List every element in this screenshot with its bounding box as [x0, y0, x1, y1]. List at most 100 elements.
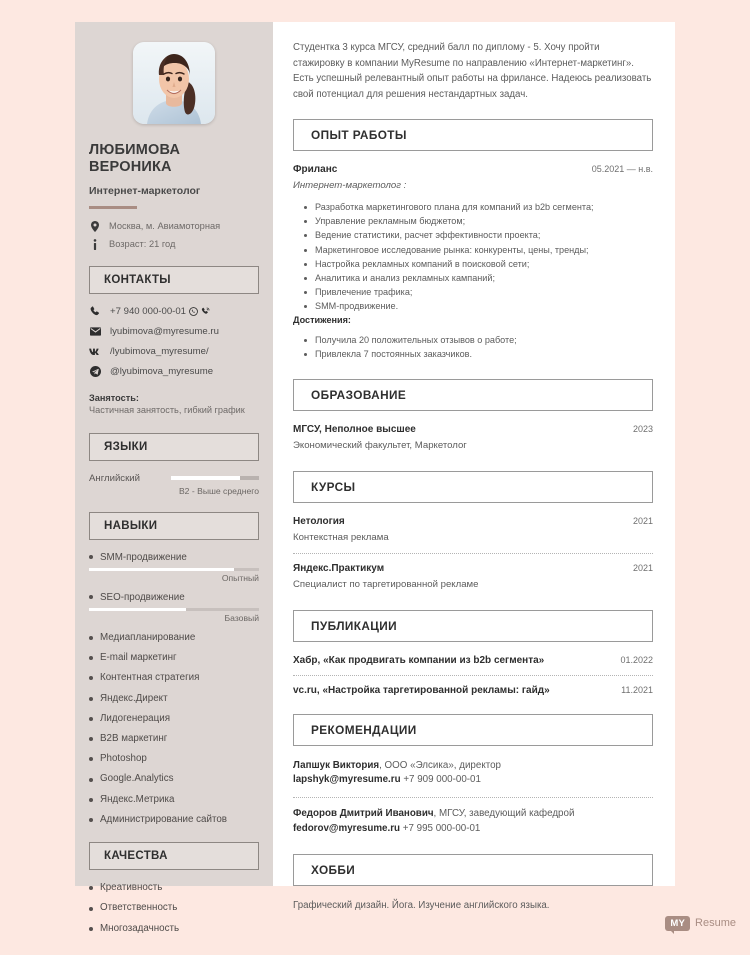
- avatar-container: [89, 42, 259, 124]
- bullet-dot-icon: [89, 886, 93, 891]
- skill-list-item-label: Google.Analytics: [100, 773, 174, 785]
- rated-skill-item: SEO-продвижение Базовый: [89, 592, 259, 623]
- skill-list-item: Администрирование сайтов: [89, 814, 259, 826]
- quality-list-item-label: Многозадачность: [100, 922, 180, 934]
- skill-list-item: Контентная стратегия: [89, 672, 259, 684]
- publication-entry: Хабр, «Как продвигать компании из b2b се…: [293, 655, 653, 666]
- course-detail: Контекстная реклама: [293, 531, 389, 543]
- location-pin-icon: [89, 220, 100, 232]
- hobby-text: Графический дизайн. Йога. Изучение англи…: [293, 900, 550, 912]
- info-age-text: Возраст: 21 год: [109, 238, 176, 249]
- course-date: 2021: [632, 515, 653, 526]
- experience-duty-item: Настройка рекламных компаний в поисковой…: [293, 257, 653, 271]
- employment-value: Частичная занятость, гибкий график: [89, 404, 245, 415]
- contact-email[interactable]: lyubimova@myresume.ru: [89, 326, 259, 338]
- contact-phone-text: +7 940 000-00-01: [110, 305, 187, 317]
- info-location: Москва, м. Авиамоторная: [89, 220, 259, 232]
- education-title: МГСУ, Неполное высшее: [293, 424, 416, 436]
- course-date: 2021: [632, 563, 653, 574]
- bullet-dot-icon: [89, 635, 93, 640]
- experience-entry: Фриланс 05.2021 — н.в. Интернет-маркетол…: [293, 164, 653, 361]
- employment-block: Занятость: Частичная занятость, гибкий г…: [89, 393, 259, 417]
- publication-entry: vc.ru, «Настройка таргетированной реклам…: [293, 685, 653, 696]
- section-header-contacts: КОНТАКТЫ: [89, 265, 259, 294]
- contact-vk-text: /lyubimova_myresume/: [110, 345, 209, 357]
- recommendation-entry: Федоров Дмитрий Иванович, МГСУ, заведующ…: [293, 807, 653, 836]
- contact-email-text: lyubimova@myresume.ru: [110, 325, 219, 337]
- contact-vk[interactable]: /lyubimova_myresume/: [89, 346, 259, 358]
- divider: [293, 553, 653, 555]
- experience-role: Интернет-маркетолог :: [293, 179, 407, 191]
- section-header-skills: НАВЫКИ: [89, 511, 259, 540]
- skill-name: SEO-продвижение: [100, 591, 185, 603]
- experience-duty-item: Маркетинговое исследование рынка: конкур…: [293, 243, 653, 257]
- avatar: [133, 42, 215, 124]
- skills-heading: НАВЫКИ: [104, 519, 158, 532]
- section-header-publications: ПУБЛИКАЦИИ: [293, 609, 653, 642]
- recommendation-email[interactable]: fedorov@myresume.ru: [293, 823, 400, 834]
- publications-heading: ПУБЛИКАЦИИ: [311, 618, 398, 633]
- info-circle-icon: [89, 238, 100, 250]
- experience-achievement-item: Получила 20 положительных отзывов о рабо…: [293, 333, 653, 347]
- logo-word: Resume: [695, 917, 736, 930]
- summary-text: Студентка 3 курса МГСУ, средний балл по …: [293, 42, 652, 101]
- quality-list-item-label: Креативность: [100, 882, 163, 894]
- skill-list-item-label: Контентная стратегия: [100, 672, 200, 684]
- recommendation-phone: +7 909 000-00-01: [403, 774, 481, 786]
- main-content: Студентка 3 курса МГСУ, средний балл по …: [273, 22, 675, 911]
- skill-list-item: B2B маркетинг: [89, 733, 259, 745]
- skill-list-item: Photoshop: [89, 753, 259, 765]
- bullet-dot-icon: [89, 716, 93, 721]
- resume-page: ЛЮБИМОВА ВЕРОНИКА Интернет-маркетолог Мо…: [0, 0, 750, 955]
- course-entry: Нетология 2021 Контекстная реклама: [293, 516, 653, 544]
- bullet-dot-icon: [89, 818, 93, 823]
- skill-level: Опытный: [221, 572, 259, 583]
- contact-phone[interactable]: +7 940 000-00-01: [89, 306, 259, 318]
- skill-list-item-label: B2B маркетинг: [100, 733, 168, 744]
- skill-list-item-label: Photoshop: [100, 753, 147, 765]
- publication-date: 01.2022: [620, 654, 653, 665]
- experience-duty-item: Аналитика и анализ рекламных кампаний;: [293, 271, 653, 285]
- accent-divider: [89, 205, 137, 209]
- bullet-dot-icon: [89, 926, 93, 931]
- recommendation-phone: +7 995 000-00-01: [402, 822, 481, 834]
- contact-telegram-text: @lyubimova_myresume: [110, 365, 214, 377]
- hobby-heading: ХОББИ: [311, 863, 356, 878]
- bullet-dot-icon: [89, 656, 93, 661]
- experience-heading: ОПЫТ РАБОТЫ: [311, 127, 407, 142]
- languages-heading: ЯЗЫКИ: [104, 440, 148, 453]
- resume-card: ЛЮБИМОВА ВЕРОНИКА Интернет-маркетолог Мо…: [75, 22, 675, 934]
- skill-list-item-label: Яндекс.Директ: [100, 692, 168, 704]
- bullet-dot-icon: [89, 906, 93, 911]
- contact-telegram[interactable]: @lyubimova_myresume: [89, 366, 259, 378]
- skill-list-item-label: Лидогенерация: [100, 712, 171, 724]
- experience-company: Фриланс: [293, 163, 338, 175]
- whatsapp-icon[interactable]: [189, 307, 198, 317]
- skill-list-item: E-mail маркетинг: [89, 652, 259, 664]
- section-header-languages: ЯЗЫКИ: [89, 432, 259, 461]
- skill-list-item-label: Медиапланирование: [100, 631, 196, 643]
- skill-level: Базовый: [224, 612, 260, 623]
- envelope-icon: [89, 327, 101, 337]
- contacts-heading: КОНТАКТЫ: [104, 273, 171, 286]
- quality-list-item-label: Ответственность: [100, 902, 178, 914]
- bullet-dot-icon: [89, 595, 93, 600]
- experience-achievement-item: Привлекла 7 постоянных заказчиков.: [293, 347, 653, 361]
- recommendation-email[interactable]: lapshyk@myresume.ru: [293, 774, 401, 785]
- skill-progress-bar: [89, 607, 259, 611]
- publication-title: vc.ru, «Настройка таргетированной реклам…: [293, 684, 550, 696]
- bullet-dot-icon: [89, 676, 93, 681]
- skill-list-item: Google.Analytics: [89, 773, 259, 785]
- sidebar: ЛЮБИМОВА ВЕРОНИКА Интернет-маркетолог Мо…: [75, 22, 273, 934]
- skill-list-item: Медиапланирование: [89, 632, 259, 644]
- skill-list-item-label: E-mail маркетинг: [100, 652, 177, 664]
- vk-icon: [89, 348, 101, 356]
- employment-label: Занятость:: [89, 392, 139, 403]
- publication-title: Хабр, «Как продвигать компании из b2b се…: [293, 654, 545, 666]
- viber-icon[interactable]: [201, 307, 210, 316]
- bullet-dot-icon: [89, 737, 93, 742]
- info-age: Возраст: 21 год: [89, 238, 259, 250]
- course-title: Нетология: [293, 515, 345, 527]
- info-location-text: Москва, м. Авиамоторная: [109, 220, 221, 231]
- recommendation-name: Федоров Дмитрий Иванович: [293, 807, 434, 819]
